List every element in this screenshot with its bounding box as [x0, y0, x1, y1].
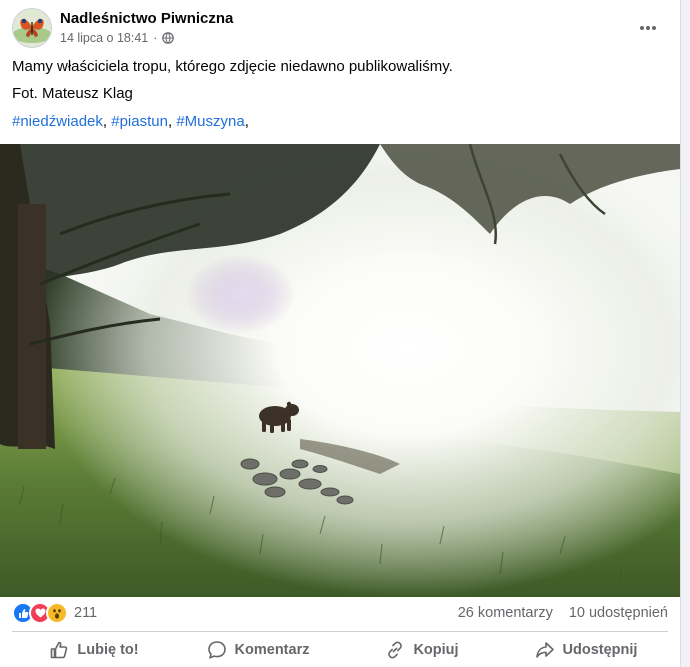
copy-button[interactable]: Kopiuj	[340, 633, 504, 667]
comment-icon	[207, 641, 226, 659]
share-arrow-icon	[535, 642, 554, 658]
share-button[interactable]: Udostępnij	[504, 633, 668, 667]
like-button-label: Lubię to!	[77, 642, 139, 658]
like-button[interactable]: Lubię to!	[12, 633, 176, 667]
hashtag-muszyna[interactable]: #Muszyna	[176, 113, 244, 130]
post-text-line1: Mamy właściciela tropu, którego zdjęcie …	[12, 58, 453, 75]
page-name[interactable]: Nadleśnictwo Piwniczna	[60, 10, 233, 27]
stats-right: 26 komentarzy 10 udostępnień	[458, 605, 668, 621]
link-icon	[388, 641, 403, 659]
globe-icon[interactable]	[162, 32, 175, 44]
post-card: Nadleśnictwo Piwniczna 14 lipca o 18:41 …	[0, 0, 681, 667]
post-text-line2: Fot. Mateusz Klag	[12, 85, 133, 102]
post-timestamp[interactable]: 14 lipca o 18:41	[60, 31, 148, 45]
copy-button-label: Kopiuj	[413, 642, 459, 658]
butterfly-logo-icon	[13, 9, 51, 47]
bear-on-meadow-photo	[0, 144, 680, 597]
post-hashtags: #niedźwiadek, #piastun, #Muszyna,	[12, 113, 249, 130]
hashtag-piastun[interactable]: #piastun	[111, 113, 168, 130]
hashtag-niedzwiadek[interactable]: #niedźwiadek	[12, 113, 103, 130]
wow-icon	[46, 602, 68, 624]
post-actions: Lubię to! Komentarz Kopiuj Udostępnij	[12, 633, 668, 667]
post-photo[interactable]	[0, 144, 680, 597]
comment-button-label: Komentarz	[234, 642, 310, 658]
share-button-label: Udostępnij	[562, 642, 638, 658]
post-header: Nadleśnictwo Piwniczna 14 lipca o 18:41 …	[12, 8, 668, 52]
reaction-count: 211	[74, 605, 98, 621]
post-stats: 211 26 komentarzy 10 udostępnień	[12, 601, 668, 625]
page-avatar[interactable]	[12, 8, 52, 48]
comment-button[interactable]: Komentarz	[176, 633, 340, 667]
actions-divider	[12, 631, 668, 632]
post-meta: 14 lipca o 18:41 ·	[60, 31, 175, 45]
post-menu-button[interactable]	[634, 14, 662, 42]
thumbs-up-icon	[51, 641, 68, 659]
reactions-summary[interactable]: 211	[12, 602, 97, 624]
shares-count-link[interactable]: 10 udostępnień	[569, 605, 668, 621]
meta-separator: ·	[153, 31, 158, 45]
more-dots-icon	[640, 26, 656, 30]
comments-count-link[interactable]: 26 komentarzy	[458, 605, 553, 621]
